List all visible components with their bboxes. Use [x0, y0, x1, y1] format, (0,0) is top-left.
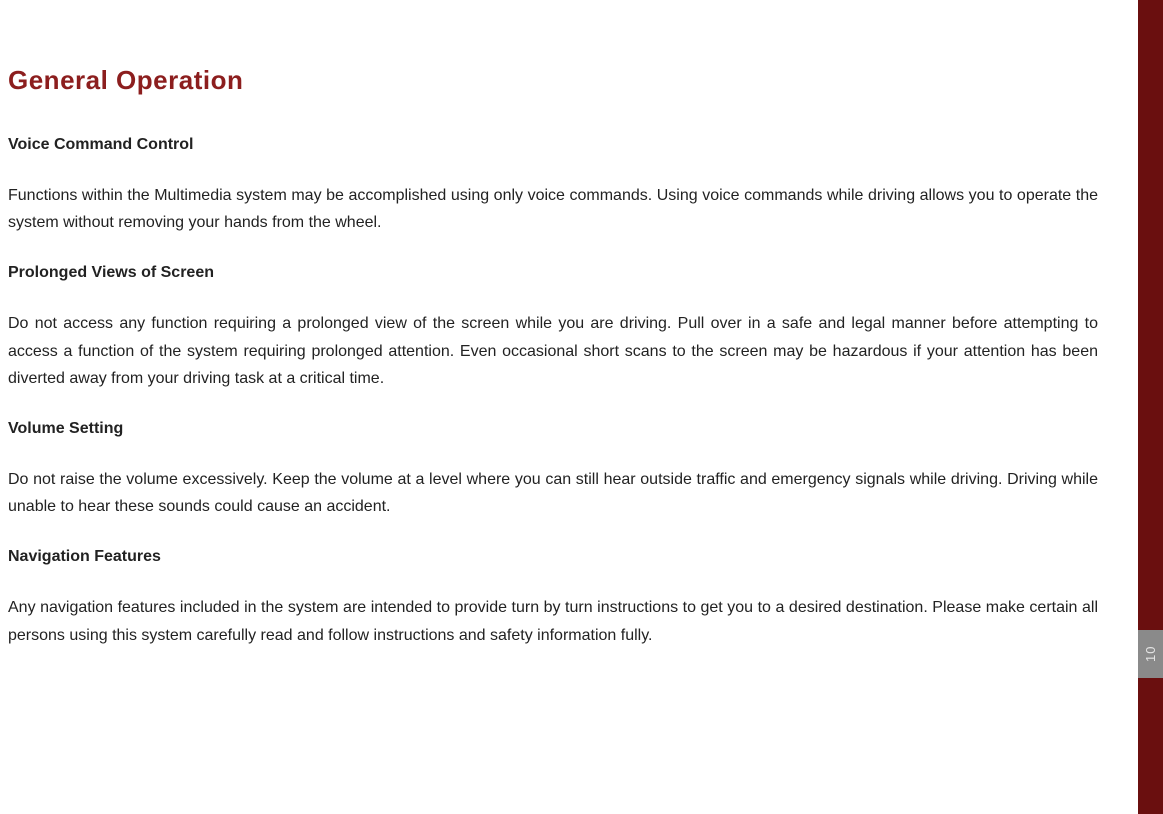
sidebar-strip: [1138, 0, 1163, 814]
page-title: General Operation: [8, 65, 1098, 96]
section-heading: Navigation Features: [8, 548, 1098, 566]
section: Voice Command Control Functions within t…: [8, 136, 1098, 236]
document-content: General Operation Voice Command Control …: [0, 0, 1138, 649]
section-heading: Voice Command Control: [8, 136, 1098, 154]
section-body: Functions within the Multimedia system m…: [8, 182, 1098, 236]
section-body: Any navigation features included in the …: [8, 594, 1098, 648]
section-body: Do not raise the volume excessively. Kee…: [8, 466, 1098, 520]
section-body: Do not access any function requiring a p…: [8, 310, 1098, 392]
sidebar-tab[interactable]: 10: [1138, 630, 1163, 678]
section-heading: Volume Setting: [8, 420, 1098, 438]
section-heading: Prolonged Views of Screen: [8, 264, 1098, 282]
section: Volume Setting Do not raise the volume e…: [8, 420, 1098, 520]
section: Prolonged Views of Screen Do not access …: [8, 264, 1098, 392]
section: Navigation Features Any navigation featu…: [8, 548, 1098, 648]
